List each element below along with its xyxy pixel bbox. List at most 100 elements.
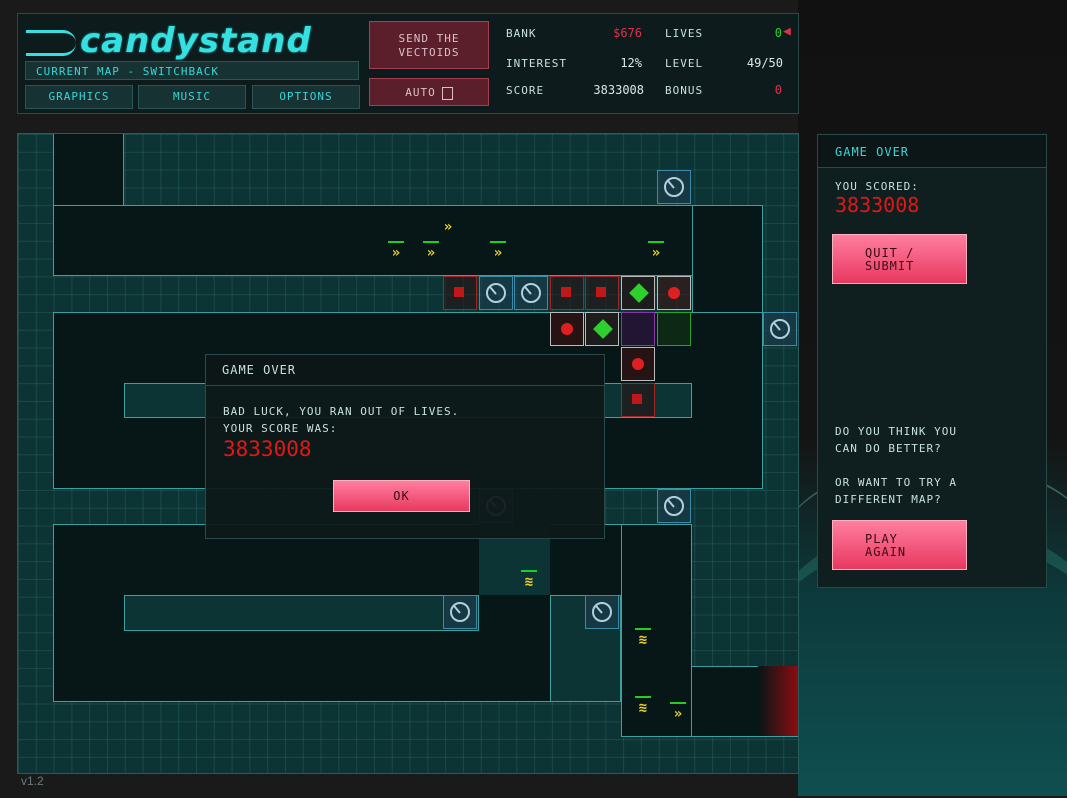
tower-slot[interactable] [514,276,548,310]
question1-line1: Do you think you [835,425,957,438]
cannon-icon [664,496,684,516]
logo-text: candystand [80,21,312,61]
health-bar [635,696,651,698]
dialog-title: Game Over [206,355,604,386]
different-map-question: Or want to try a different map? [835,474,957,508]
dialog-score: 3833008 [223,437,312,461]
top-bar: candystand Current map - Switchback Grap… [17,13,799,114]
send-label-line2: Vectoids [398,46,460,59]
exit-zone [758,666,798,736]
cannon-icon [770,319,790,339]
bonus-label: Bonus [665,84,704,97]
tower-slot[interactable] [550,312,584,346]
checkbox-icon[interactable] [441,86,453,100]
interest-label: Interest [506,57,567,70]
level-label: Level [665,57,704,70]
question1-line2: can do better? [835,442,942,455]
interest-value: 12% [620,56,642,70]
dialog-line1: Bad luck, you ran out of lives. [223,405,460,418]
health-bar [648,241,664,243]
dialog-message: Bad luck, you ran out of lives. Your sco… [223,403,459,437]
vectoid-creep: » [648,241,664,261]
tower-slot[interactable] [585,276,619,310]
health-bar [635,628,651,630]
tower-slot[interactable] [550,276,584,310]
tower-slot[interactable] [657,276,691,310]
flame-icon [26,29,76,56]
health-bar [388,241,404,243]
tower-slot[interactable] [657,489,691,523]
play-again-button[interactable]: Play Again [832,520,967,570]
cannon-icon [521,283,541,303]
vectoid-creep: » [670,702,686,722]
game-over-panel: Game Over You scored: 3833008 Quit / Sub… [817,134,1047,588]
tower-slot[interactable] [657,312,691,346]
path-divider [124,595,479,631]
health-bar [521,570,537,572]
do-better-question: Do you think you can do better? [835,423,957,457]
tower-slot[interactable] [479,276,513,310]
quit-submit-button[interactable]: Quit / Submit [832,234,967,284]
bank-label: Bank [506,27,537,40]
dialog-line2: Your score was: [223,422,338,435]
send-label-line1: Send the [398,32,460,45]
vectoid-creep: ≋ [635,696,651,716]
cannon-icon [450,602,470,622]
game-over-dialog: Game Over Bad luck, you ran out of lives… [205,354,605,539]
level-value: 49/50 [746,56,783,70]
plasma-icon [593,319,613,339]
lives-label: Lives [665,27,704,40]
cannon-icon [664,177,684,197]
tower-slot[interactable] [585,595,619,629]
candystand-logo[interactable]: candystand [26,20,356,62]
health-bar [490,241,506,243]
lives-value: 0 [774,26,782,40]
tower-slot[interactable] [443,595,477,629]
play-label-line2: Again [865,545,907,559]
laser-icon [632,394,642,404]
current-map-label: Current map - Switchback [25,61,359,80]
panel-score: 3833008 [835,193,920,217]
options-button[interactable]: Options [252,85,360,109]
tower-slot[interactable] [763,312,797,346]
question2-line1: Or want to try a [835,476,957,489]
vectoid-creep: » [388,241,404,261]
bank-value: $676 [613,26,642,40]
laser-icon [596,287,606,297]
vectoid-creep: ≋ [635,628,651,648]
tower-slot[interactable] [621,383,655,417]
vectoid-creep: ≋ [521,570,537,590]
auto-label: Auto [405,86,436,99]
plasma-icon [629,283,649,303]
auto-toggle[interactable]: Auto [369,78,489,106]
graphics-button[interactable]: Graphics [25,85,133,109]
vectoid-creep: » [443,219,453,235]
tower-slot[interactable] [621,276,655,310]
health-bar [670,702,686,704]
health-bar [423,241,439,243]
tower-slot[interactable] [443,276,477,310]
flame-tower-icon [632,358,644,370]
score-label: Score [506,84,545,97]
score-value: 3833008 [593,83,644,97]
laser-icon [454,287,464,297]
question2-line2: different map? [835,493,942,506]
tower-slot[interactable] [657,170,691,204]
tower-slot[interactable] [621,347,655,381]
tower-slot[interactable] [585,312,619,346]
panel-title: Game Over [818,135,1046,168]
arrow-left-icon: ◀ [783,24,791,39]
cannon-icon [486,283,506,303]
cannon-icon [592,602,612,622]
laser-icon [561,287,571,297]
flame-tower-icon [668,287,680,299]
tower-slot[interactable] [621,312,655,346]
ok-button[interactable]: OK [333,480,470,512]
vectoid-creep: » [490,241,506,261]
send-vectoids-button[interactable]: Send the Vectoids [369,21,489,69]
music-button[interactable]: Music [138,85,246,109]
version-label: v1.2 [21,774,44,788]
quit-label-line2: Submit [865,259,915,273]
flame-tower-icon [561,323,573,335]
bonus-value: 0 [774,83,782,97]
